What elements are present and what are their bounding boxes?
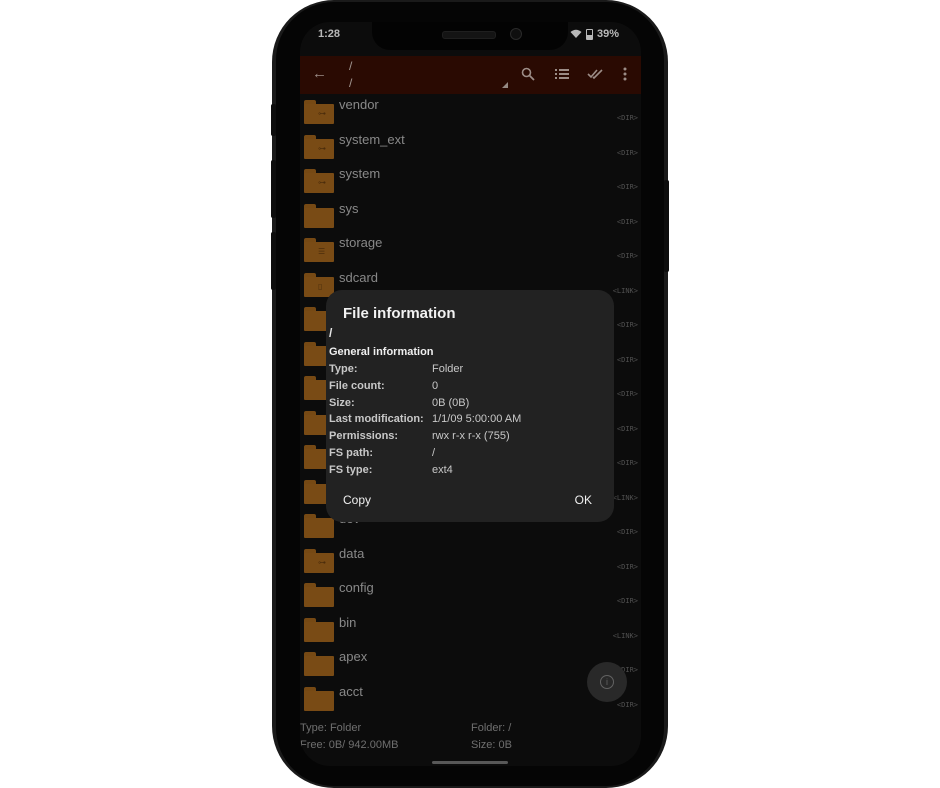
file-info-dialog: File information / General information T… — [326, 290, 614, 522]
dialog-info-row: FS type: ext4 — [329, 464, 609, 480]
dialog-info-row: Type: Folder — [329, 363, 609, 379]
info-label: File count: — [329, 379, 385, 392]
info-label: Last modification: — [329, 413, 424, 426]
volume-up-button — [271, 160, 276, 218]
info-value: / — [432, 447, 436, 459]
mute-switch — [271, 104, 276, 136]
info-value: Folder — [432, 363, 464, 375]
info-label: Size: — [329, 396, 355, 409]
dialog-section-heading: General information — [329, 346, 434, 358]
copy-button[interactable]: Copy — [343, 493, 371, 507]
dialog-info-row: Last modification: 1/1/09 5:00:00 AM — [329, 413, 609, 429]
info-label: FS type: — [329, 463, 373, 476]
power-button — [664, 180, 669, 272]
dialog-info-row: File count: 0 — [329, 380, 609, 396]
dialog-title: File information — [343, 305, 456, 322]
info-value: 0B (0B) — [432, 396, 470, 409]
info-value: 1/1/09 5:00:00 AM — [432, 413, 522, 426]
screen: 1:28 39% ← / / ⊶ vendor <DIR> ⊶ system_e… — [300, 22, 641, 766]
info-value: rwx r-x r-x (755) — [432, 430, 510, 443]
volume-down-button — [271, 232, 276, 290]
dialog-info-row: FS path: / — [329, 447, 609, 463]
info-value: ext4 — [432, 463, 453, 476]
info-label: FS path: — [329, 447, 373, 459]
ok-button[interactable]: OK — [575, 493, 592, 507]
dialog-path: / — [329, 326, 333, 340]
info-value: 0 — [432, 379, 439, 392]
dialog-info-row: Permissions: rwx r-x r-x (755) — [329, 430, 609, 446]
info-label: Permissions: — [329, 430, 399, 443]
dialog-info-row: Size: 0B (0B) — [329, 397, 609, 413]
info-label: Type: — [329, 363, 358, 375]
